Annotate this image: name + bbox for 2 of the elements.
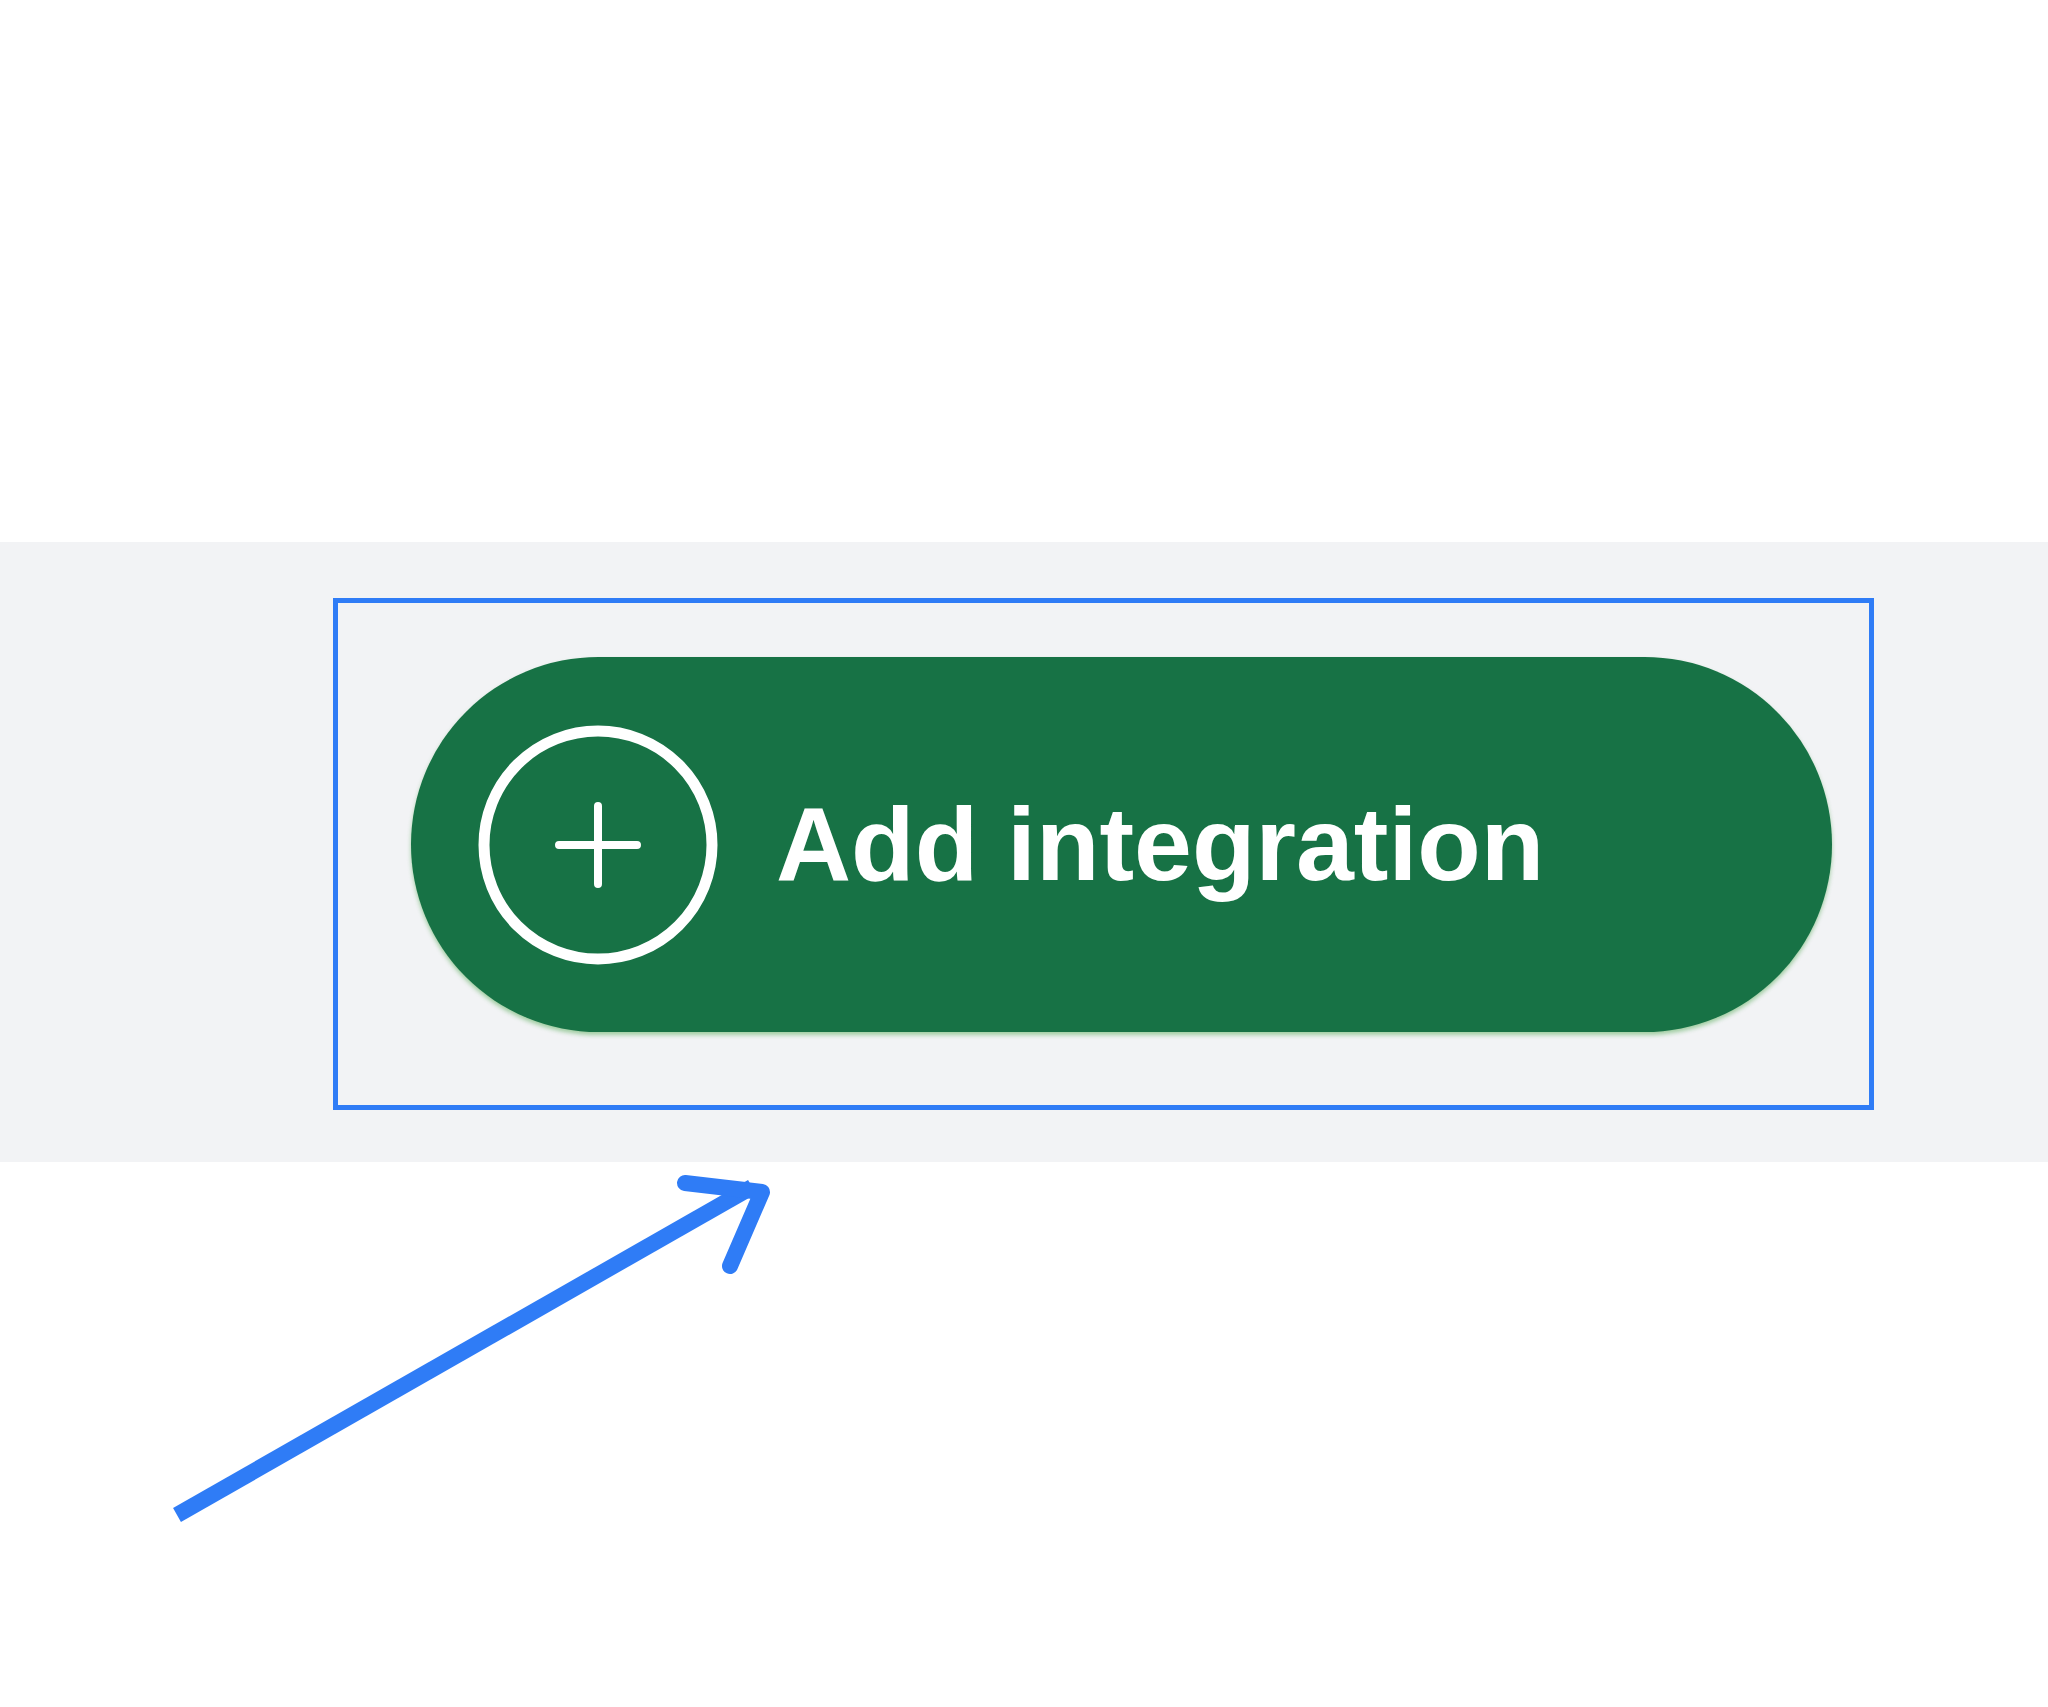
add-integration-button[interactable]: Add integration bbox=[411, 657, 1832, 1032]
plus-circle-icon bbox=[478, 724, 718, 965]
